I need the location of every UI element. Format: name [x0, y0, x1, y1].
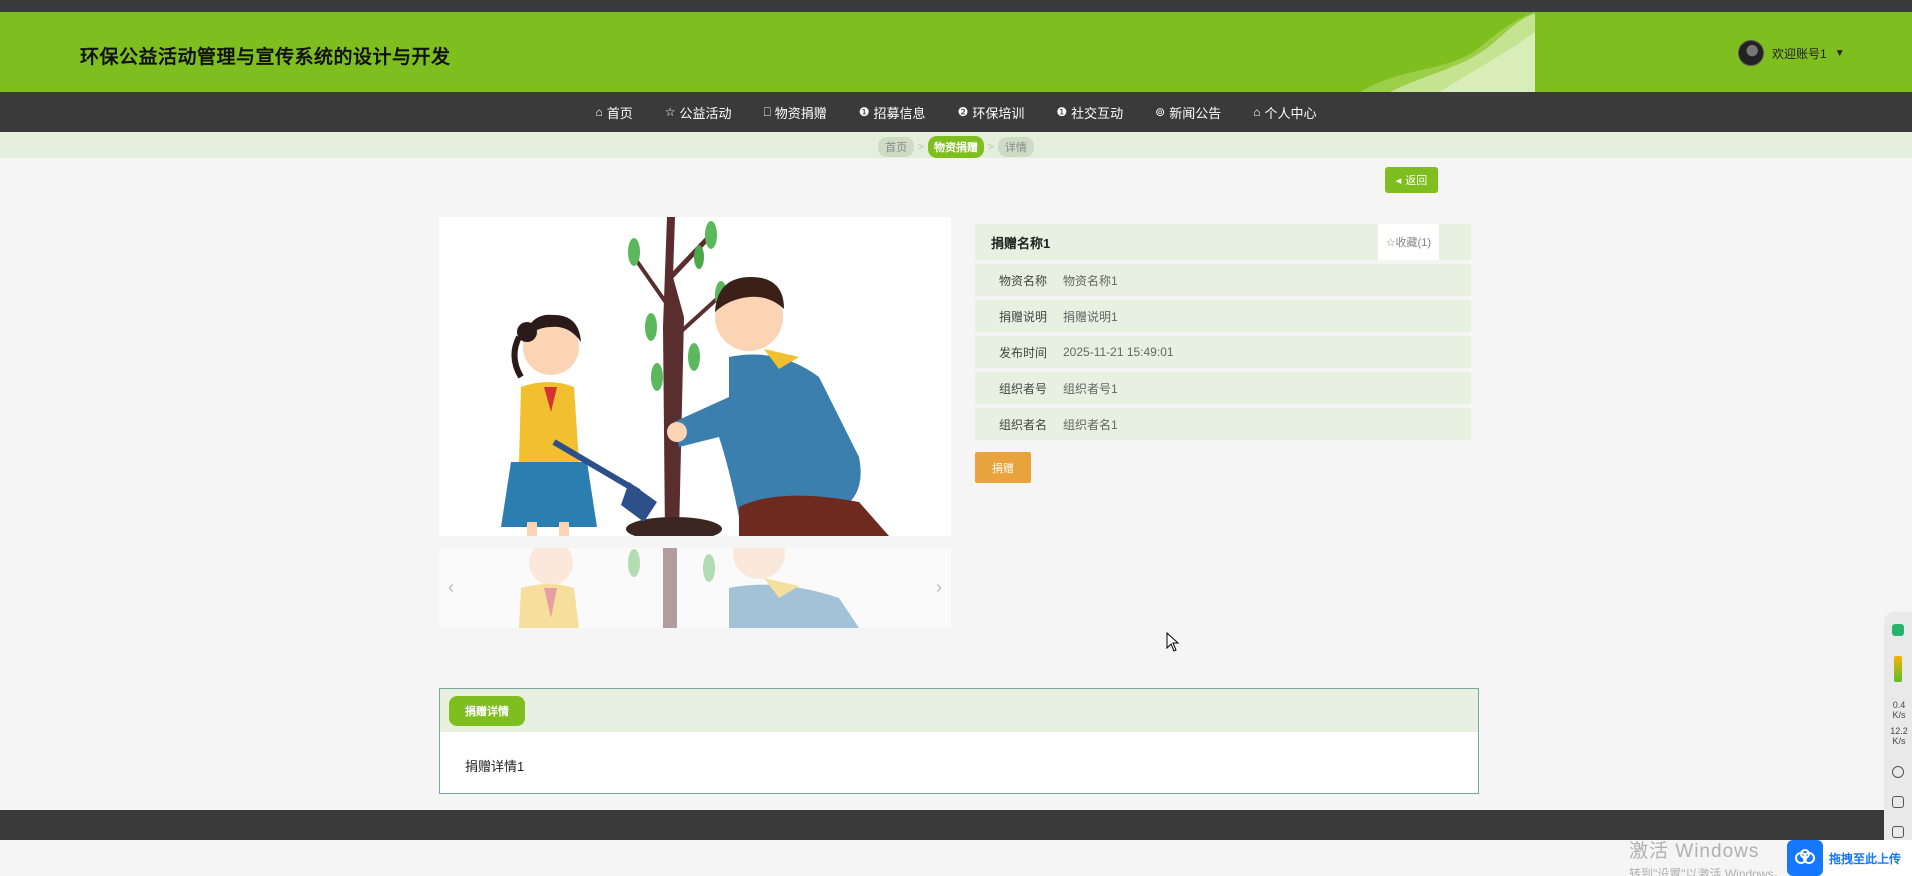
nav-label: 物资捐赠 — [774, 105, 827, 121]
field-value: 组织者号1 — [1063, 381, 1118, 396]
main-image — [439, 217, 951, 536]
breadcrumb-bar: 首页 > 物资捐赠 > 详情 — [0, 132, 1912, 158]
screenshot-icon[interactable] — [1892, 796, 1904, 808]
home-icon: ⌂ — [1253, 105, 1261, 119]
donate-button[interactable]: 捐赠 — [975, 452, 1031, 483]
field-value: 组织者名1 — [1063, 417, 1118, 432]
info-icon: ❶ — [1056, 105, 1068, 119]
field-label: 捐赠说明 — [998, 309, 1047, 324]
breadcrumb-home[interactable]: 首页 — [878, 137, 915, 157]
nav-item-home[interactable]: ⌂ 首页 — [580, 103, 649, 122]
site-footer — [0, 810, 1912, 840]
breadcrumb-separator: > — [918, 141, 924, 153]
item-header: 捐赠名称1 ☆收藏(1) — [975, 224, 1471, 260]
site-title: 环保公益活动管理与宣传系统的设计与开发 — [80, 47, 451, 68]
main-nav: ⌂ 首页 ☆ 公益活动 ⎕ 物资捐赠 ❶ 招募信息 ❷ 环保培训 ❶ 社交互动 ⊚ 新闻公告 … — [0, 92, 1912, 132]
nav-item-profile[interactable]: ⌂ 个人中心 — [1237, 103, 1332, 122]
top-strip — [0, 0, 1912, 12]
detail-panel: 捐赠详情 捐赠详情1 — [439, 688, 1479, 794]
download-speed-value: 12.2 — [1890, 726, 1908, 736]
field-label: 组织者名 — [998, 417, 1047, 432]
nav-label: 公益活动 — [679, 105, 732, 121]
info-row: 物资名称 物资名称1 — [975, 264, 1471, 296]
upload-speed: 0.4 K/s — [1886, 700, 1912, 720]
nav-item-recruitment[interactable]: ❶ 招募信息 — [843, 103, 942, 122]
watermark-line2: 转到"设置"以激活 Windows。 — [1629, 867, 1786, 876]
download-speed-unit: K/s — [1892, 736, 1906, 746]
back-button[interactable]: ◂ 返回 — [1385, 167, 1438, 193]
upload-label: 拖拽至此上传 — [1829, 851, 1902, 866]
info-icon: ❶ — [858, 105, 870, 119]
upload-speed-unit: K/s — [1892, 710, 1906, 720]
thumb-prev-arrow-icon[interactable]: ‹ — [443, 574, 459, 600]
nav-label: 社交互动 — [1071, 105, 1124, 121]
nav-label: 首页 — [606, 105, 633, 121]
detail-header: 捐赠详情 — [440, 689, 1478, 732]
bag-icon: ⎕ — [763, 105, 771, 119]
question-icon: ❷ — [957, 105, 969, 119]
nav-label: 招募信息 — [873, 105, 926, 121]
mouse-cursor-icon — [1166, 632, 1180, 652]
upload-speed-value: 0.4 — [1892, 700, 1906, 710]
nav-item-news[interactable]: ⊚ 新闻公告 — [1139, 103, 1237, 122]
field-label: 发布时间 — [998, 345, 1047, 360]
nav-item-training[interactable]: ❷ 环保培训 — [942, 103, 1041, 122]
shield-icon — [1892, 624, 1904, 636]
download-speed: 12.2 K/s — [1886, 726, 1912, 746]
nav-label: 环保培训 — [972, 105, 1025, 121]
field-value: 物资名称1 — [1063, 273, 1118, 288]
star-icon: ☆ — [664, 105, 676, 119]
nav-item-social[interactable]: ❶ 社交互动 — [1040, 103, 1139, 122]
field-label: 组织者号 — [998, 381, 1047, 396]
tab-donation-detail[interactable]: 捐赠详情 — [449, 695, 525, 726]
chevron-left-icon: ◂ — [1395, 174, 1402, 187]
thumb-next-arrow-icon[interactable]: › — [931, 574, 947, 600]
windows-activation-watermark: 激活 Windows 转到"设置"以激活 Windows。 — [1629, 836, 1786, 876]
item-title: 捐赠名称1 — [991, 235, 1051, 251]
nav-label: 新闻公告 — [1169, 105, 1222, 121]
drag-upload-button[interactable]: 拖拽至此上传 — [1787, 840, 1912, 876]
field-value: 2025-11-21 15:49:01 — [1063, 345, 1174, 359]
breadcrumb-current: 详情 — [997, 137, 1034, 157]
avatar — [1738, 40, 1764, 66]
usage-bar — [1894, 656, 1902, 682]
search-icon[interactable] — [1892, 826, 1904, 838]
watermark-line1: 激活 Windows — [1629, 841, 1760, 862]
tree-planting-illustration — [439, 217, 951, 536]
detail-content: 捐赠详情1 — [465, 759, 525, 774]
item-info-panel: 捐赠名称1 ☆收藏(1) 物资名称 物资名称1 捐赠说明 捐赠说明1 发布时间 202… — [975, 224, 1471, 440]
favorite-button[interactable]: ☆收藏(1) — [1377, 224, 1439, 260]
field-value: 捐赠说明1 — [1063, 309, 1118, 324]
info-row: 捐赠说明 捐赠说明1 — [975, 300, 1471, 332]
info-row: 组织者名 组织者名1 — [975, 408, 1471, 440]
back-label: 返回 — [1405, 175, 1428, 187]
home-icon: ⌂ — [595, 105, 603, 119]
thumbnail-strip[interactable]: ‹ › — [439, 548, 951, 628]
info-row: 发布时间 2025-11-21 15:49:01 — [975, 336, 1471, 368]
info-row: 组织者号 组织者号1 — [975, 372, 1471, 404]
breadcrumb-section[interactable]: 物资捐赠 — [928, 136, 984, 158]
clean-icon[interactable] — [1892, 766, 1904, 778]
cloud-upload-icon — [1787, 840, 1823, 876]
user-menu[interactable]: 欢迎账号1 ▼ — [1738, 40, 1845, 66]
caret-down-icon: ▼ — [1834, 47, 1845, 59]
breadcrumb-separator: > — [988, 141, 994, 153]
welcome-text: 欢迎账号1 — [1772, 46, 1827, 61]
header-decoration — [1360, 12, 1535, 92]
thumbnail-image — [439, 548, 951, 628]
field-label: 物资名称 — [998, 273, 1047, 288]
nav-item-activities[interactable]: ☆ 公益活动 — [649, 103, 748, 122]
nav-label: 个人中心 — [1264, 105, 1317, 121]
settings-icon: ⊚ — [1155, 105, 1166, 119]
nav-item-donations[interactable]: ⎕ 物资捐赠 — [748, 103, 843, 122]
site-header: 环保公益活动管理与宣传系统的设计与开发 欢迎账号1 ▼ — [0, 12, 1912, 92]
speed-widget[interactable]: 0.4 K/s 12.2 K/s — [1884, 612, 1912, 876]
breadcrumb: 首页 > 物资捐赠 > 详情 — [0, 136, 1912, 158]
